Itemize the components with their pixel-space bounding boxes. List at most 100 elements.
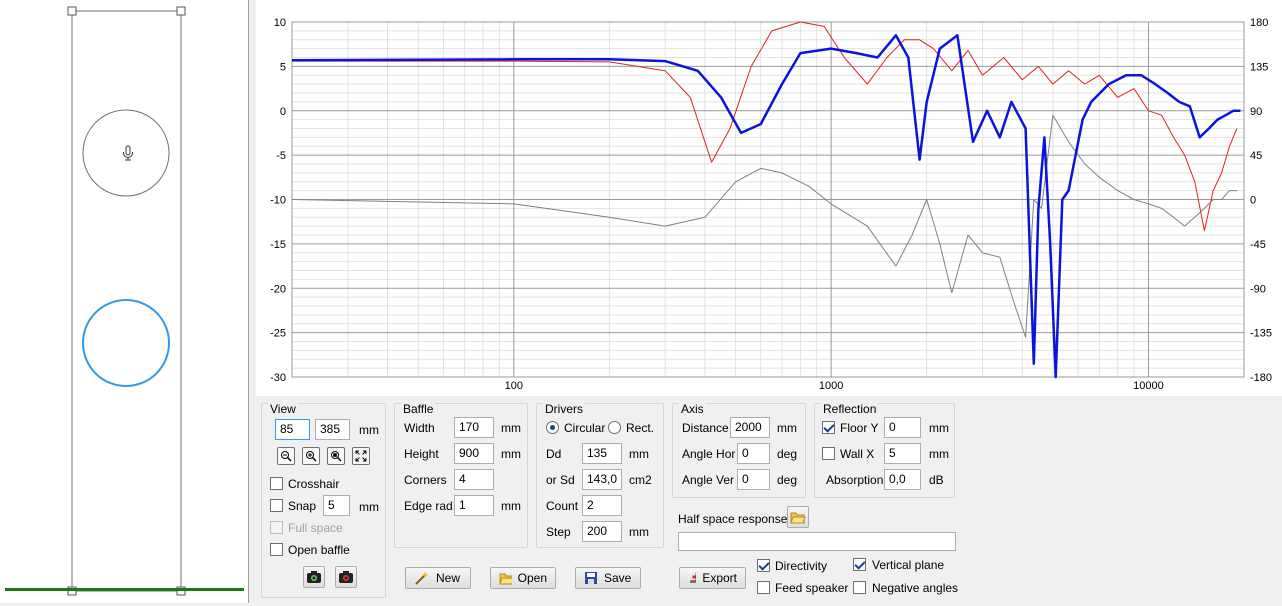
snap-checkbox[interactable] [270, 499, 283, 512]
y-left-tick-label: -15 [270, 239, 286, 251]
view-unit: mm [359, 423, 379, 437]
vertical-plane-label: Vertical plane [872, 558, 945, 572]
half-space-path-input[interactable] [678, 532, 956, 551]
baffle-preview-pane[interactable] [0, 0, 249, 603]
y-right-tick-label: 90 [1250, 106, 1262, 118]
distance-input[interactable]: 2000 [730, 417, 770, 438]
export-button[interactable]: Export [679, 567, 746, 589]
directivity-checkbox[interactable] [757, 559, 770, 572]
absorption-label: Absorption [826, 473, 884, 487]
absorption-unit: dB [929, 473, 944, 487]
distance-unit: mm [777, 421, 797, 435]
y-right-tick-label: -90 [1250, 283, 1266, 295]
width-input[interactable]: 170 [454, 417, 494, 438]
camera-delete-icon [339, 571, 353, 583]
angle-hor-input[interactable]: 0 [737, 443, 770, 464]
y-left-tick-label: 0 [280, 106, 286, 118]
floor-label: Floor Y [840, 421, 879, 435]
open-button[interactable]: Open [490, 567, 556, 589]
new-button[interactable]: New [405, 567, 471, 589]
step-label: Step [546, 525, 571, 539]
sd-input[interactable]: 143,0 [582, 469, 622, 490]
floor-line [5, 588, 244, 591]
y-left-tick-label: -10 [270, 195, 286, 207]
dd-label: Dd [546, 447, 562, 461]
height-label: Height [404, 447, 439, 461]
height-input[interactable]: 900 [454, 443, 494, 464]
response-curve-blue [291, 34, 1241, 379]
view-y-input[interactable]: 385 [315, 419, 350, 440]
circular-label: Circular [564, 421, 606, 435]
controls-panel: View 85 385 mm Crosshair Snap 5 mm Full … [256, 396, 1282, 603]
absorption-input[interactable]: 0,0 [884, 469, 921, 490]
rect-radio[interactable] [608, 421, 621, 434]
negative-angles-checkbox[interactable] [853, 581, 866, 594]
angle-hor-unit: deg [777, 447, 798, 461]
new-button-label: New [436, 571, 461, 585]
wall-unit: mm [929, 447, 949, 461]
resize-handle-top-left[interactable] [67, 6, 77, 16]
zoom-in-icon[interactable] [302, 447, 320, 465]
zoom-fit-icon[interactable] [327, 447, 345, 465]
width-label: Width [404, 421, 435, 435]
export-button-label: Export [702, 571, 737, 585]
circular-radio[interactable] [546, 421, 559, 434]
feed-speaker-checkbox[interactable] [757, 581, 770, 594]
chart-svg: 10 5 0 -5 -10 -15 -20 -25 -30 180 135 90 45 0 -45 -90 -1… [270, 17, 1272, 392]
angle-hor-label: Angle Hor [682, 447, 736, 461]
y-right-tick-label: -135 [1250, 328, 1272, 340]
dd-input[interactable]: 135 [582, 443, 622, 464]
floor-checkbox[interactable] [822, 421, 835, 434]
angle-ver-label: Angle Ver [682, 473, 735, 487]
export-icon [690, 572, 697, 583]
edge-radius-unit: mm [501, 499, 521, 513]
snap-label: Snap [288, 499, 317, 513]
snapshot-button[interactable] [303, 566, 325, 588]
fullscreen-icon[interactable] [352, 447, 370, 465]
angle-ver-input[interactable]: 0 [737, 469, 770, 490]
wall-checkbox[interactable] [822, 447, 835, 460]
snap-input[interactable]: 5 [323, 495, 350, 516]
splitter[interactable] [249, 0, 256, 603]
floor-input[interactable]: 0 [884, 417, 921, 438]
edge-radius-input[interactable]: 1 [454, 495, 494, 516]
y-left-tick-label: 10 [274, 17, 286, 29]
baffle-group-title: Baffle [401, 402, 436, 416]
drivers-group-title: Drivers [543, 402, 585, 416]
corners-input[interactable]: 4 [454, 469, 494, 490]
y-left-tick-label: -30 [270, 372, 286, 384]
wall-input[interactable]: 5 [884, 443, 921, 464]
view-group-title: View [268, 402, 298, 416]
resize-handle-top-right[interactable] [176, 6, 186, 16]
rect-label: Rect. [626, 421, 655, 435]
crosshair-checkbox[interactable] [270, 477, 283, 490]
crosshair-label: Crosshair [288, 477, 340, 491]
distance-label: Distance [682, 421, 729, 435]
count-input[interactable]: 2 [582, 495, 622, 516]
full-space-checkbox[interactable] [270, 521, 283, 534]
y-right-tick-label: 45 [1250, 150, 1262, 162]
view-x-input[interactable]: 85 [275, 419, 310, 440]
sd-label: or Sd [546, 473, 575, 487]
y-left-tick-label: 5 [280, 61, 286, 73]
height-unit: mm [501, 447, 521, 461]
clear-snapshot-button[interactable] [335, 566, 357, 588]
corners-label: Corners [404, 473, 447, 487]
step-input[interactable]: 200 [582, 521, 622, 542]
open-baffle-checkbox[interactable] [270, 543, 283, 556]
x-tick-label: 10000 [1133, 380, 1164, 392]
driver-circle-2-selected[interactable] [82, 299, 170, 387]
angle-ver-unit: deg [777, 473, 798, 487]
zoom-out-icon[interactable] [277, 447, 295, 465]
half-space-open-button[interactable] [787, 506, 809, 528]
save-button[interactable]: Save [575, 567, 641, 589]
half-space-label: Half space response [678, 512, 788, 526]
vertical-plane-checkbox[interactable] [853, 558, 866, 571]
baffle-preview-canvas[interactable] [0, 0, 249, 603]
y-right-tick-label: 135 [1250, 61, 1268, 73]
axis-group-title: Axis [679, 402, 706, 416]
sd-unit: cm2 [629, 473, 652, 487]
floor-unit: mm [929, 421, 949, 435]
y-right-tick-label: 180 [1250, 17, 1268, 29]
negative-angles-label: Negative angles [872, 581, 959, 595]
